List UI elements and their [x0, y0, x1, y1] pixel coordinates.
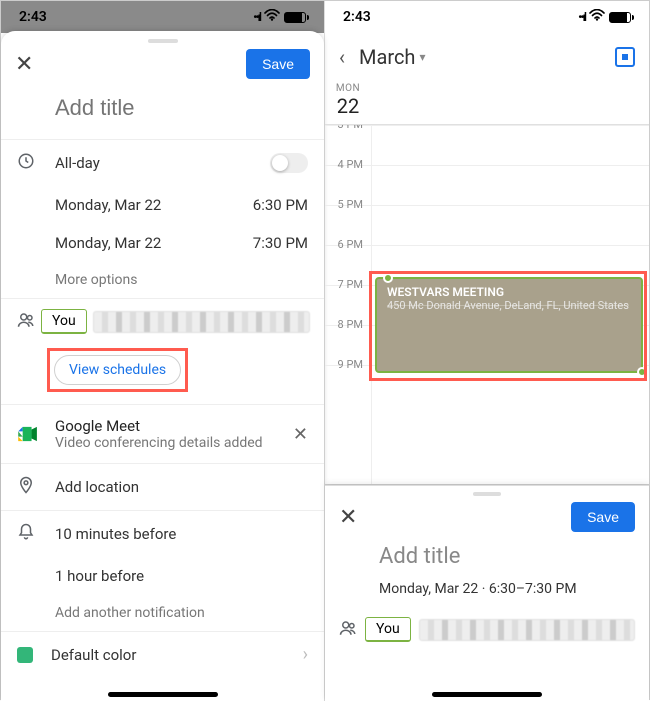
status-icons: ••ıl — [578, 9, 631, 25]
view-schedules-highlight: View schedules — [47, 348, 188, 392]
allday-label: All-day — [55, 154, 252, 172]
event-title-input[interactable]: Add title — [325, 540, 649, 577]
hour-label: 6 PM — [325, 238, 369, 251]
hour-label: 9 PM — [325, 358, 369, 371]
remove-meet-icon[interactable]: ✕ — [293, 424, 308, 445]
status-bar-right: 2:43 ••ıl — [325, 1, 649, 33]
save-button[interactable]: Save — [571, 502, 635, 532]
people-icon — [339, 619, 357, 641]
month-picker[interactable]: March ▾ — [359, 45, 425, 69]
close-icon[interactable]: ✕ — [339, 505, 357, 530]
chevron-right-icon: › — [303, 644, 308, 665]
mini-event-sheet: ✕ Save Add title Monday, Mar 22 · 6:30–7… — [325, 485, 649, 701]
guest-redacted — [419, 619, 635, 641]
hour-label: 4 PM — [325, 158, 369, 171]
start-time: 6:30 PM — [253, 196, 308, 214]
you-chip[interactable]: You — [41, 309, 87, 334]
wifi-icon — [264, 9, 280, 25]
end-date: Monday, Mar 22 — [55, 234, 161, 252]
day-number: 22 — [325, 94, 371, 118]
notification-row-1[interactable]: 10 minutes before — [1, 511, 324, 557]
allday-row[interactable]: All-day — [1, 140, 324, 186]
notif2-label: 1 hour before — [55, 567, 144, 585]
location-row[interactable]: Add location — [1, 464, 324, 510]
notif-add-label: Add another notification — [55, 605, 205, 621]
month-label: March — [359, 45, 415, 69]
hour-label: 7 PM — [325, 278, 369, 291]
bell-icon — [17, 523, 37, 545]
home-indicator — [432, 692, 542, 697]
google-meet-icon — [17, 426, 37, 442]
close-icon[interactable]: ✕ — [15, 52, 33, 77]
people-row: You — [1, 299, 324, 342]
battery-icon — [284, 12, 306, 23]
home-indicator — [108, 692, 218, 697]
more-options-label: More options — [55, 272, 138, 288]
event-resize-handle-bottom[interactable] — [637, 367, 647, 377]
cellular-icon: ••ıl — [253, 10, 260, 24]
create-event-sheet: ✕ Save All-day Monday, Mar 22 6:30 PM Mo… — [1, 31, 324, 701]
end-time: 7:30 PM — [253, 234, 308, 252]
hour-label: 8 PM — [325, 318, 369, 331]
google-meet-row[interactable]: Google Meet Video conferencing details a… — [1, 405, 324, 463]
more-options-row[interactable]: More options — [1, 262, 324, 298]
meet-title: Google Meet — [55, 417, 275, 435]
people-icon — [15, 311, 35, 333]
sheet-grabber[interactable] — [473, 492, 501, 496]
start-time-row[interactable]: Monday, Mar 22 6:30 PM — [1, 186, 324, 224]
default-color-label: Default color — [51, 646, 285, 664]
event-title: WESTVARS MEETING — [387, 285, 631, 299]
meet-subtitle: Video conferencing details added — [55, 435, 275, 451]
calendar-header: ‹ March ▾ — [325, 33, 649, 77]
back-icon[interactable]: ‹ — [339, 45, 345, 69]
event-create-pane: 2:43 ••ıl ✕ Save All-day Monday, Mar 22 — [1, 1, 325, 701]
meet-content: Google Meet Video conferencing details a… — [55, 417, 275, 451]
status-icons: ••ıl — [253, 9, 306, 25]
notif1-label: 10 minutes before — [55, 525, 308, 543]
sheet-grabber[interactable] — [148, 39, 178, 43]
color-row[interactable]: Default color › — [1, 632, 324, 677]
event-time-summary[interactable]: Monday, Mar 22 · 6:30–7:30 PM — [325, 577, 649, 611]
you-chip[interactable]: You — [365, 617, 411, 642]
hour-label: 5 PM — [325, 198, 369, 211]
start-date: Monday, Mar 22 — [55, 196, 161, 214]
guest-redacted — [93, 311, 310, 333]
allday-toggle[interactable] — [270, 153, 308, 173]
hours-grid[interactable]: 3 PM 4 PM 5 PM 6 PM 7 PM 8 PM 9 PM WESTV… — [325, 125, 649, 485]
status-time: 2:43 — [343, 9, 371, 25]
event-resize-handle-top[interactable] — [383, 273, 393, 283]
add-location-label: Add location — [55, 478, 308, 496]
pin-icon — [17, 476, 37, 498]
event-title-input[interactable] — [55, 95, 308, 121]
battery-icon — [609, 12, 631, 23]
end-time-row[interactable]: Monday, Mar 22 7:30 PM — [1, 224, 324, 262]
color-swatch-icon — [17, 647, 33, 663]
add-notification-row[interactable]: Add another notification — [1, 595, 324, 631]
calendar-event[interactable]: WESTVARS MEETING 450 Mc Donald Avenue, D… — [375, 277, 643, 373]
hour-label: 3 PM — [325, 125, 369, 131]
notification-row-2[interactable]: 1 hour before — [1, 557, 324, 595]
people-row: You — [325, 611, 649, 642]
cellular-icon: ••ıl — [578, 10, 585, 24]
today-icon[interactable] — [615, 47, 635, 67]
status-bar: 2:43 ••ıl — [1, 1, 324, 33]
chevron-down-icon: ▾ — [419, 50, 425, 64]
view-schedules-button[interactable]: View schedules — [54, 355, 181, 385]
save-button[interactable]: Save — [246, 49, 310, 79]
event-location: 450 Mc Donald Avenue, DeLand, FL, United… — [387, 299, 631, 312]
day-header: MON 22 — [325, 77, 649, 125]
calendar-day-pane: 2:43 ••ıl ‹ March ▾ MON 22 3 PM 4 PM 5 P… — [325, 1, 649, 701]
status-time: 2:43 — [19, 9, 47, 25]
day-of-week: MON — [325, 83, 371, 94]
wifi-icon — [589, 9, 605, 25]
clock-icon — [17, 152, 37, 174]
